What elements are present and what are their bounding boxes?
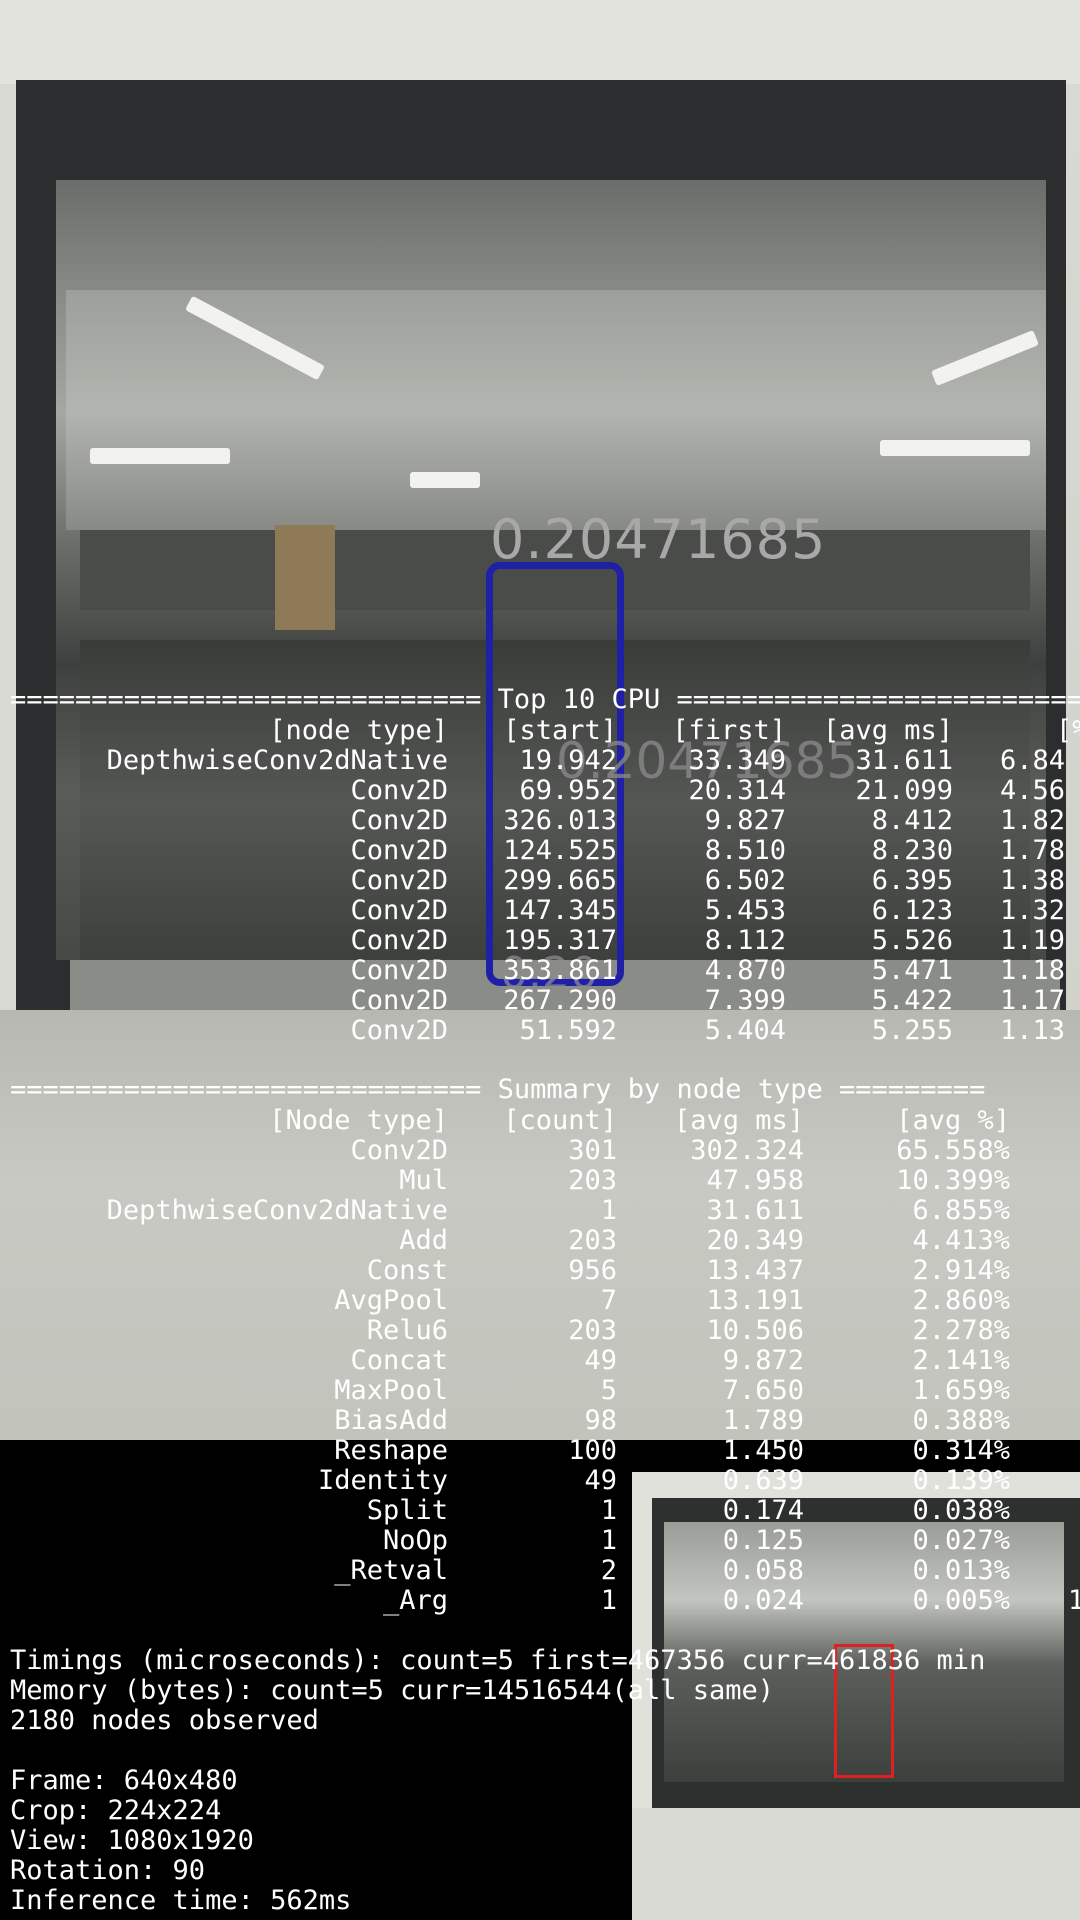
summary-cell: 1	[600, 1525, 617, 1556]
summary-cell: 2	[600, 1555, 617, 1586]
footer-rotation: Rotation: 90	[10, 1855, 206, 1886]
ceiling-light	[410, 472, 480, 488]
ceiling	[66, 290, 1046, 530]
footer-view: View: 1080x1920	[10, 1825, 254, 1856]
footer-frame: Frame: 640x480	[10, 1765, 238, 1796]
preview-detection-box	[834, 1644, 894, 1778]
summary-cell: NoOp	[382, 1525, 448, 1556]
ceiling-light	[90, 448, 230, 464]
summary-cell: _Retval	[334, 1555, 448, 1586]
detection-score-ghost: 0.20471685	[556, 732, 859, 790]
summary-cell: 1.450	[722, 1435, 804, 1466]
office-column	[275, 525, 335, 630]
summary-cell: 1	[600, 1495, 617, 1526]
summary-cell: 1	[600, 1585, 617, 1616]
summary-cell: _Arg	[382, 1585, 448, 1616]
crop-preview-thumbnail	[632, 1472, 1080, 1920]
summary-cell: 0.314%	[912, 1435, 1010, 1466]
summary-cell: Split	[366, 1495, 448, 1526]
summary-cell: 49	[584, 1465, 617, 1496]
footer-inference: Inference time: 562ms	[10, 1885, 352, 1916]
preview-wall	[632, 1808, 1080, 1920]
wall-top	[0, 0, 1080, 84]
ceiling-light	[880, 440, 1030, 456]
summary-cell: 100	[568, 1435, 617, 1466]
wall-bottom	[0, 1010, 1080, 1440]
camera-preview: 0.20471685 0.20471685 0.20	[0, 0, 1080, 1440]
detection-score-ghost: 0.20	[500, 948, 598, 999]
footer-crop: Crop: 224x224	[10, 1795, 222, 1826]
summary-cell: Reshape	[334, 1435, 448, 1466]
footer-nodes: 2180 nodes observed	[10, 1705, 319, 1736]
summary-cell: Identity	[317, 1465, 448, 1496]
